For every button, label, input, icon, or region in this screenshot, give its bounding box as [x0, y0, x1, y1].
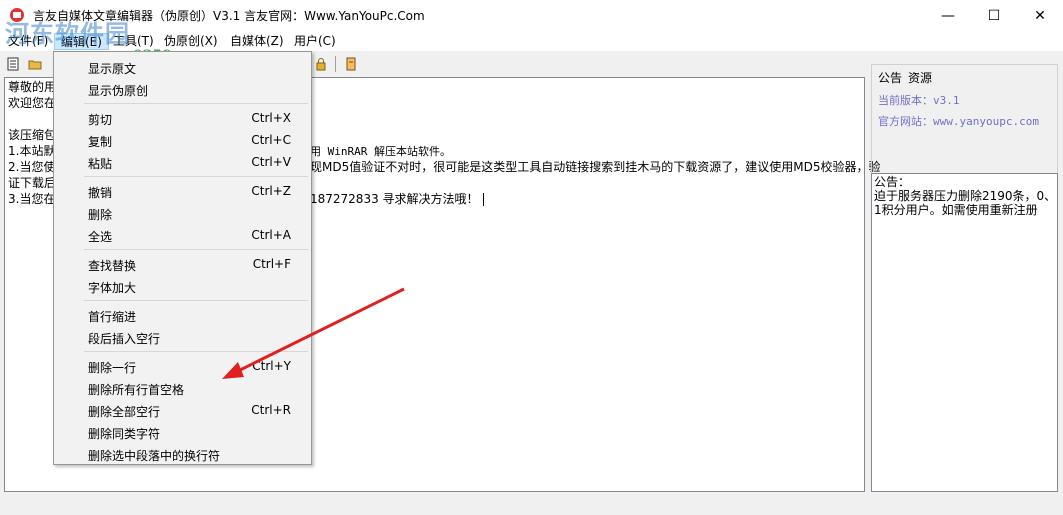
current-version: 当前版本：v3.1 [878, 94, 960, 107]
editor-fragment: 用 WinRAR 解压本站软件。 [310, 145, 451, 158]
editor-line: 3.当您在 [8, 192, 56, 206]
window-title: 言友自媒体文章编辑器（伪原创）V3.1 言友官网：Www.YanYouPc.Co… [33, 9, 425, 23]
menu-separator [84, 176, 308, 177]
menu-separator [84, 103, 308, 104]
editor-line: 欢迎您在 [8, 96, 57, 110]
text-caret [482, 193, 484, 206]
dropdown-item-shortcut: Ctrl+X [251, 111, 291, 125]
menu-tools[interactable]: 工具(T) [107, 33, 160, 50]
tab-resources[interactable]: 资源 [908, 71, 932, 85]
dropdown-item-shortcut: Ctrl+A [251, 228, 291, 242]
editor-line: 2.当您使 [8, 160, 56, 174]
dropdown-item-label: 查找替换 [88, 259, 137, 273]
dropdown-item-label: 删除所有行首空格 [88, 383, 185, 397]
editor-line: 证下载后 [8, 176, 57, 190]
menu-file[interactable]: 文件(F) [2, 33, 54, 50]
dropdown-item[interactable]: 首行缩进 [54, 304, 311, 326]
minimize-button[interactable]: — [925, 0, 971, 31]
notice-line: 1积分用户。如需使用重新注册 [874, 203, 1038, 217]
dropdown-item-label: 字体加大 [88, 281, 137, 295]
dropdown-item-label: 删除选中段落中的换行符 [88, 449, 221, 463]
dropdown-item-label: 段后插入空行 [88, 332, 161, 346]
tab-notice[interactable]: 公告 [878, 71, 902, 85]
note-icon[interactable] [342, 55, 360, 73]
dropdown-item-label: 复制 [88, 135, 113, 149]
dropdown-item[interactable]: 段后插入空行 [54, 326, 311, 348]
dropdown-item-label: 显示伪原创 [88, 84, 149, 98]
dropdown-item[interactable]: 删除全部空行 Ctrl+R [54, 399, 311, 421]
menu-user[interactable]: 用户(C) [288, 33, 342, 50]
dropdown-item[interactable]: 显示伪原创 [54, 78, 311, 100]
open-folder-icon[interactable] [26, 55, 44, 73]
dropdown-item[interactable]: 全选 Ctrl+A [54, 224, 311, 246]
dropdown-item-label: 撤销 [88, 186, 113, 200]
menu-separator [84, 300, 308, 301]
dropdown-item[interactable]: 删除同类字符 [54, 421, 311, 443]
new-document-icon[interactable] [4, 55, 22, 73]
dropdown-item[interactable]: 删除一行 Ctrl+Y [54, 355, 311, 377]
dropdown-item-label: 首行缩进 [88, 310, 137, 324]
close-button[interactable]: ✕ [1017, 0, 1063, 31]
dropdown-item-label: 删除同类字符 [88, 427, 161, 441]
dropdown-item-label: 删除一行 [88, 361, 137, 375]
dropdown-item-shortcut: Ctrl+R [251, 403, 291, 417]
side-tabs: 公告 资源 [878, 69, 938, 86]
dropdown-item[interactable]: 粘贴 Ctrl+V [54, 151, 311, 173]
menu-edit[interactable]: 编辑(E) [54, 33, 109, 50]
menu-self-media[interactable]: 自媒体(Z) [224, 33, 290, 50]
title-bar: 言友自媒体文章编辑器（伪原创）V3.1 言友官网：Www.YanYouPc.Co… [0, 0, 1063, 31]
maximize-button[interactable]: ☐ [971, 0, 1017, 31]
dropdown-item-label: 粘贴 [88, 157, 113, 171]
dropdown-item-label: 删除全部空行 [88, 405, 161, 419]
dropdown-item[interactable]: 字体加大 [54, 275, 311, 297]
notice-box: 公告： 迫于服务器压力删除2190条，0、 1积分用户。如需使用重新注册 [871, 173, 1058, 492]
dropdown-item[interactable]: 删除所有行首空格 [54, 377, 311, 399]
editor-fragment: 187272833 寻求解决方法哦！ [310, 191, 484, 207]
dropdown-item-label: 剪切 [88, 113, 113, 127]
lock-icon[interactable] [312, 55, 330, 73]
editor-fragment: 现MD5值验证不对时，很可能是这类型工具自动链接搜索到挂木马的下载资源了，建议使… [310, 160, 881, 174]
dropdown-item-shortcut: Ctrl+V [251, 155, 291, 169]
official-site-link[interactable]: 官方网站：www.yanyoupc.com [878, 113, 1039, 129]
app-icon [10, 8, 24, 22]
edit-dropdown-menu: 显示原文显示伪原创剪切 Ctrl+X 复制 Ctrl+C 粘贴 Ctrl+V 撤销 Ctrl+… [53, 51, 312, 465]
dropdown-item[interactable]: 删除 [54, 202, 311, 224]
menu-pseudo-original[interactable]: 伪原创(X) [158, 33, 224, 50]
dropdown-item[interactable]: 删除选中段落中的换行符 [54, 443, 311, 465]
editor-line: 该压缩包 [8, 128, 57, 142]
dropdown-item-label: 显示原文 [88, 62, 137, 76]
menu-separator [84, 249, 308, 250]
dropdown-item[interactable]: 剪切 Ctrl+X [54, 107, 311, 129]
dropdown-item-shortcut: Ctrl+Z [251, 184, 291, 198]
toolbar-separator [335, 56, 336, 72]
dropdown-item[interactable]: 复制 Ctrl+C [54, 129, 311, 151]
dropdown-item-shortcut: Ctrl+F [252, 257, 291, 271]
editor-line: 尊敬的用 [8, 80, 57, 94]
status-strip [0, 496, 1063, 515]
dropdown-item-label: 删除 [88, 208, 113, 222]
dropdown-item-shortcut: Ctrl+C [251, 133, 291, 147]
dropdown-item[interactable]: 显示原文 [54, 56, 311, 78]
menu-separator [84, 351, 308, 352]
notice-line: 迫于服务器压力删除2190条，0、 [874, 189, 1057, 203]
editor-line: 1.本站默 [8, 144, 56, 158]
notice-line: 公告： [874, 175, 911, 189]
dropdown-item[interactable]: 查找替换 Ctrl+F [54, 253, 311, 275]
dropdown-item-label: 全选 [88, 230, 113, 244]
menu-bar: 文件(F) 编辑(E) 工具(T) 伪原创(X) 自媒体(Z) 用户(C) [0, 31, 1063, 51]
dropdown-item-shortcut: Ctrl+Y [252, 359, 291, 373]
dropdown-item[interactable]: 撤销 Ctrl+Z [54, 180, 311, 202]
